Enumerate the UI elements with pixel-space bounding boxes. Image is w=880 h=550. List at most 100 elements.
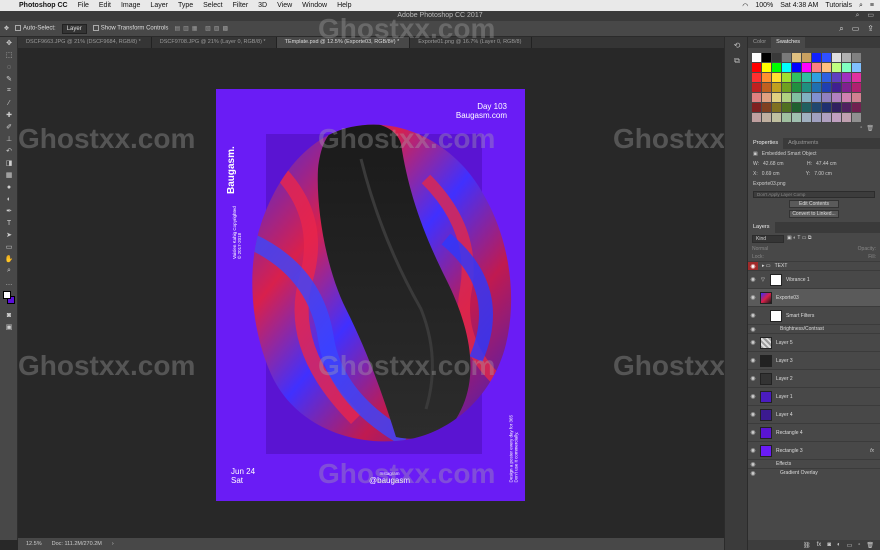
layer-4[interactable]: ◉ Layer 4 bbox=[748, 405, 880, 423]
swatches-grid[interactable] bbox=[752, 53, 880, 122]
layer-comp-select[interactable]: Don't Apply Layer Comp bbox=[753, 191, 875, 198]
swatch-cell[interactable] bbox=[842, 93, 851, 102]
eyedropper-icon[interactable]: ⁄ bbox=[0, 97, 18, 109]
quick-select-icon[interactable]: ✎ bbox=[0, 73, 18, 85]
trash-icon[interactable]: 🗑 bbox=[866, 542, 874, 549]
swatch-cell[interactable] bbox=[762, 53, 771, 62]
history-icon[interactable]: ⟲ bbox=[725, 37, 749, 53]
swatch-cell[interactable] bbox=[842, 53, 851, 62]
auto-select-dropdown[interactable]: Layer bbox=[61, 23, 87, 34]
swatch-cell[interactable] bbox=[802, 63, 811, 72]
swatch-cell[interactable] bbox=[802, 93, 811, 102]
layer-text-folder[interactable]: ◉ ▸ ▭ TEXT bbox=[748, 261, 880, 270]
layer-vibrance[interactable]: ◉ ▽ Vibrance 1 bbox=[748, 270, 880, 288]
search-icon-2[interactable]: ⌕ bbox=[839, 24, 843, 34]
menu-type[interactable]: Type bbox=[173, 2, 198, 9]
swatch-cell[interactable] bbox=[812, 73, 821, 82]
swatch-cell[interactable] bbox=[852, 103, 861, 112]
swatch-cell[interactable] bbox=[772, 73, 781, 82]
group-icon[interactable]: ▭ bbox=[847, 542, 853, 549]
swatch-cell[interactable] bbox=[812, 103, 821, 112]
w-field[interactable]: 42.68 cm bbox=[763, 161, 803, 167]
layer-2[interactable]: ◉ Layer 2 bbox=[748, 369, 880, 387]
swatch-cell[interactable] bbox=[762, 103, 771, 112]
visibility-eye-icon[interactable]: ◉ bbox=[748, 393, 758, 400]
menu-image[interactable]: Image bbox=[116, 2, 145, 9]
menu-select[interactable]: Select bbox=[198, 2, 227, 9]
menu-window[interactable]: Window bbox=[297, 2, 332, 9]
blur-icon[interactable]: ● bbox=[0, 181, 18, 193]
eraser-icon[interactable]: ◨ bbox=[0, 157, 18, 169]
swatch-cell[interactable] bbox=[802, 103, 811, 112]
visibility-eye-icon[interactable]: ◉ bbox=[748, 447, 758, 454]
swatch-cell[interactable] bbox=[762, 63, 771, 72]
menu-edit[interactable]: Edit bbox=[94, 2, 116, 9]
visibility-eye-icon[interactable]: ◉ bbox=[748, 461, 758, 468]
user-name[interactable]: Tutorials bbox=[825, 2, 852, 9]
visibility-eye-icon[interactable]: ◉ bbox=[748, 312, 758, 319]
gradient-icon[interactable]: ▦ bbox=[0, 169, 18, 181]
swatch-cell[interactable] bbox=[812, 63, 821, 72]
visibility-eye-icon[interactable]: ◉ bbox=[748, 326, 758, 333]
type-icon[interactable]: T bbox=[0, 217, 18, 229]
swatch-cell[interactable] bbox=[752, 93, 761, 102]
swatch-cell[interactable] bbox=[792, 93, 801, 102]
swatch-cell[interactable] bbox=[792, 63, 801, 72]
swatch-cell[interactable] bbox=[752, 83, 761, 92]
quick-mask-icon[interactable]: ◙ bbox=[0, 309, 18, 321]
swatch-cell[interactable] bbox=[852, 93, 861, 102]
swatch-cell[interactable] bbox=[832, 93, 841, 102]
zoom-icon[interactable]: ⌕ bbox=[0, 265, 18, 277]
search-icon[interactable]: ⌕ bbox=[855, 11, 859, 21]
visibility-eye-icon[interactable]: ◉ bbox=[748, 429, 758, 436]
auto-select-checkbox[interactable]: Auto-Select: bbox=[15, 25, 56, 32]
swatch-cell[interactable] bbox=[812, 113, 821, 122]
swatch-cell[interactable] bbox=[802, 53, 811, 62]
zoom-level[interactable]: 12.5% bbox=[26, 541, 42, 547]
visibility-eye-icon[interactable]: ◉ bbox=[748, 339, 758, 346]
swatch-cell[interactable] bbox=[772, 103, 781, 112]
menu-list-icon[interactable]: ≡ bbox=[870, 2, 874, 9]
mask-icon[interactable]: ◙ bbox=[827, 542, 831, 548]
swatch-cell[interactable] bbox=[792, 83, 801, 92]
healing-icon[interactable]: ✚ bbox=[0, 109, 18, 121]
swatch-cell[interactable] bbox=[762, 73, 771, 82]
doc-tab-1[interactable]: DSCF9663.JPG @ 21% (DSCF9684, RGB/8) * bbox=[18, 37, 152, 48]
more-tools-icon[interactable]: … bbox=[0, 277, 18, 289]
swatch-cell[interactable] bbox=[782, 113, 791, 122]
path-select-icon[interactable]: ➤ bbox=[0, 229, 18, 241]
workspace-icon-2[interactable]: ▭ bbox=[852, 24, 860, 34]
menu-file[interactable]: File bbox=[73, 2, 94, 9]
h-field[interactable]: 47.44 cm bbox=[816, 161, 837, 167]
swatch-cell[interactable] bbox=[822, 83, 831, 92]
history-brush-icon[interactable]: ↶ bbox=[0, 145, 18, 157]
dodge-icon[interactable]: ◐ bbox=[0, 193, 18, 205]
blend-mode-dropdown[interactable]: Normal bbox=[752, 246, 768, 252]
swatch-cell[interactable] bbox=[772, 83, 781, 92]
spotlight-icon[interactable]: ⌕ bbox=[859, 2, 863, 10]
swatch-cell[interactable] bbox=[852, 113, 861, 122]
convert-linked-button[interactable]: Convert to Linked... bbox=[789, 210, 839, 218]
swatch-cell[interactable] bbox=[782, 53, 791, 62]
swatch-cell[interactable] bbox=[832, 103, 841, 112]
swatch-cell[interactable] bbox=[782, 83, 791, 92]
menu-layer[interactable]: Layer bbox=[145, 2, 173, 9]
swatch-cell[interactable] bbox=[762, 93, 771, 102]
screen-mode-icon[interactable]: ▣ bbox=[0, 321, 18, 333]
tab-color[interactable]: Color bbox=[748, 37, 771, 48]
swatch-cell[interactable] bbox=[842, 113, 851, 122]
swatch-cell[interactable] bbox=[822, 73, 831, 82]
swatch-cell[interactable] bbox=[772, 113, 781, 122]
swatch-cell[interactable] bbox=[782, 63, 791, 72]
visibility-eye-icon[interactable]: ◉ bbox=[748, 262, 758, 270]
brush-icon[interactable]: ✐ bbox=[0, 121, 18, 133]
swatch-cell[interactable] bbox=[792, 113, 801, 122]
layer-brightness-contrast[interactable]: ◉ Brightness/Contrast bbox=[748, 324, 880, 333]
pen-icon[interactable]: ✒ bbox=[0, 205, 18, 217]
align-icons[interactable]: ▤▥▦ ▧▨▩ bbox=[174, 25, 231, 32]
visibility-eye-icon[interactable]: ◉ bbox=[748, 294, 758, 301]
adjustment-layer-icon[interactable]: ◐ bbox=[837, 542, 841, 548]
swatch-cell[interactable] bbox=[832, 53, 841, 62]
layer-1[interactable]: ◉ Layer 1 bbox=[748, 387, 880, 405]
visibility-eye-icon[interactable]: ◉ bbox=[748, 411, 758, 418]
